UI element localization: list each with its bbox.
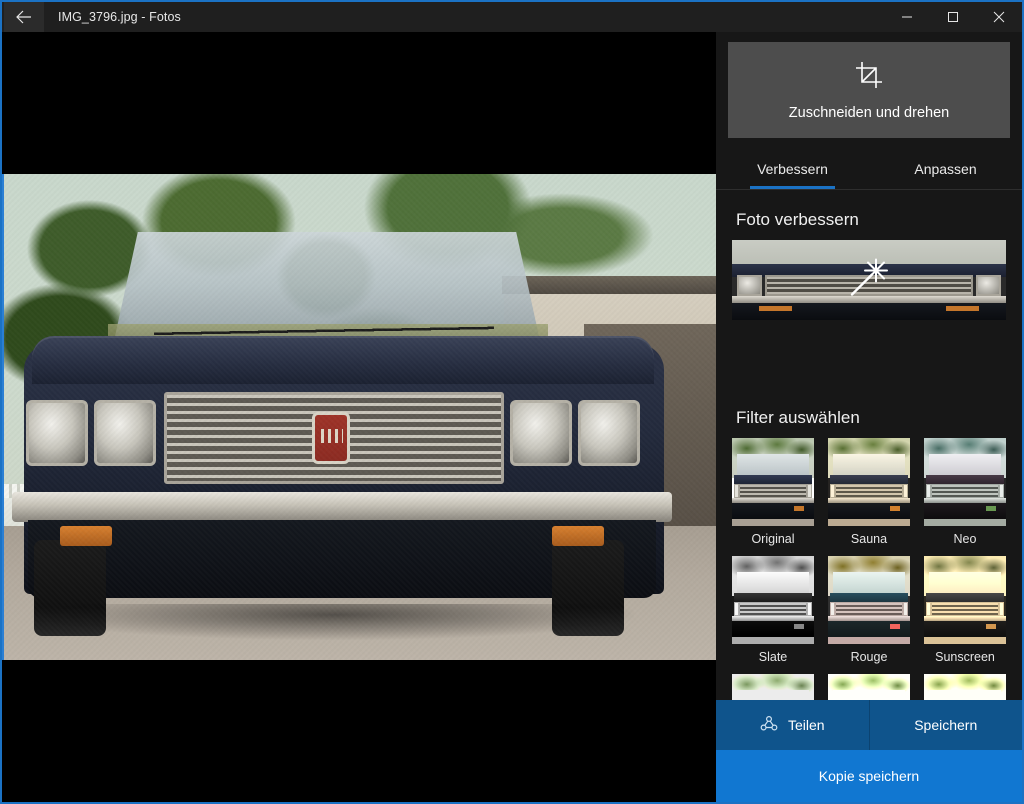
filter-thumb-neo[interactable]	[924, 438, 1006, 526]
share-icon	[760, 715, 778, 736]
filter-label-sauna: Sauna	[850, 532, 888, 546]
enhance-photo-thumbnail[interactable]	[732, 240, 1006, 320]
edit-panel: Zuschneiden und drehen Verbessern Anpass…	[716, 32, 1022, 802]
title-bar: IMG_3796.jpg - Fotos	[2, 0, 1022, 32]
save-button[interactable]: Speichern	[868, 700, 1023, 750]
filter-row3-cell1[interactable]	[732, 674, 814, 702]
filter-rouge[interactable]: Rouge	[828, 556, 910, 664]
tab-verbessern[interactable]: Verbessern	[716, 161, 869, 189]
crop-and-rotate-button[interactable]: Zuschneiden und drehen	[728, 42, 1010, 138]
filter-thumb-slate[interactable]	[732, 556, 814, 644]
filter-label-sunscreen: Sunscreen	[935, 650, 995, 664]
filter-thumb-sauna[interactable]	[828, 438, 910, 526]
filters-scroll-area[interactable]: Filter auswählen Original Sauna Neo Slat…	[716, 404, 1022, 702]
action-row: Teilen Speichern	[716, 700, 1022, 750]
save-copy-button[interactable]: Kopie speichern	[716, 750, 1022, 802]
tab-anpassen[interactable]: Anpassen	[869, 161, 1022, 189]
photo-film-grain	[4, 174, 720, 660]
save-label: Speichern	[914, 717, 978, 733]
window-title: IMG_3796.jpg - Fotos	[58, 10, 181, 24]
filter-thumb-original[interactable]	[732, 438, 814, 526]
action-bar: Teilen Speichern Kopie speichern	[716, 700, 1022, 802]
filter-label-slate: Slate	[758, 650, 788, 664]
maximize-button[interactable]	[930, 1, 976, 33]
back-button[interactable]	[4, 2, 44, 32]
share-label: Teilen	[787, 717, 825, 733]
close-button[interactable]	[976, 1, 1022, 33]
filter-neo[interactable]: Neo	[924, 438, 1006, 546]
filter-row3-cell2[interactable]	[828, 674, 910, 702]
filter-thumb-row3-3[interactable]	[924, 674, 1006, 702]
filter-slate[interactable]: Slate	[732, 556, 814, 664]
photos-app-window: IMG_3796.jpg - Fotos Zuschneiden und dre…	[0, 0, 1024, 804]
filter-grid: Original Sauna Neo Slate Rouge Sunscreen	[716, 438, 1022, 702]
back-arrow-icon	[16, 10, 32, 24]
minimize-button[interactable]	[884, 1, 930, 33]
filter-row3-cell3[interactable]	[924, 674, 1006, 702]
edit-tabs: Verbessern Anpassen	[716, 138, 1022, 190]
filter-label-original: Original	[751, 532, 795, 546]
magic-wand-icon	[846, 257, 892, 304]
save-copy-label: Kopie speichern	[818, 768, 920, 784]
filter-thumb-rouge[interactable]	[828, 556, 910, 644]
filter-label-rouge: Rouge	[850, 650, 888, 664]
filter-sauna[interactable]: Sauna	[828, 438, 910, 546]
filter-thumb-row3-2[interactable]	[828, 674, 910, 702]
crop-icon	[854, 60, 884, 95]
image-canvas[interactable]	[2, 32, 720, 802]
share-button[interactable]: Teilen	[716, 700, 869, 750]
window-controls	[884, 1, 1022, 33]
filter-thumb-row3-1[interactable]	[732, 674, 814, 702]
filter-thumb-sunscreen[interactable]	[924, 556, 1006, 644]
filter-original[interactable]: Original	[732, 438, 814, 546]
filter-label-neo: Neo	[953, 532, 977, 546]
crop-and-rotate-label: Zuschneiden und drehen	[788, 104, 950, 121]
enhance-section-title: Foto verbessern	[736, 210, 859, 229]
filter-sunscreen[interactable]: Sunscreen	[924, 556, 1006, 664]
filters-section-title: Filter auswählen	[736, 408, 860, 427]
photo-image[interactable]	[2, 174, 720, 660]
